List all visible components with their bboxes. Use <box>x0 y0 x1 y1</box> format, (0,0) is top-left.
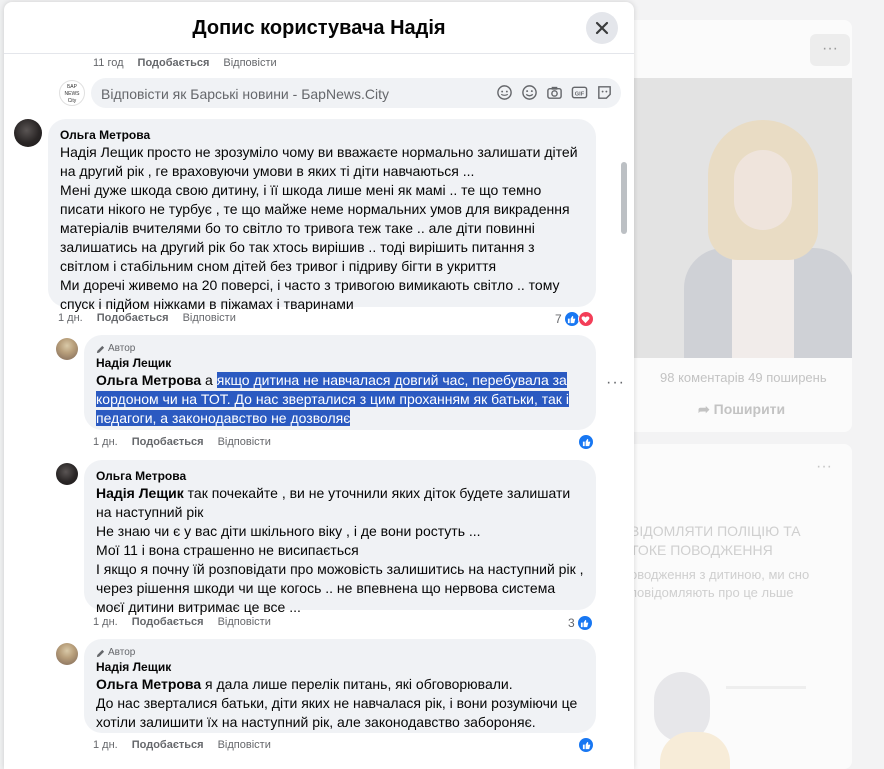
post-stats: 98 коментарів 49 поширень <box>660 370 827 385</box>
reaction-count: 7 <box>555 312 562 326</box>
share-label: Поширити <box>713 401 786 417</box>
comment-bubble: Ольга Метрова Надія Лещик просто не зроз… <box>48 119 596 312</box>
reaction-summary[interactable]: 3 <box>568 615 593 631</box>
comment-time: 1 дн. <box>93 436 118 448</box>
comment-bubble: Автор Надія Лещик Ольга Метрова а якщо д… <box>84 335 596 430</box>
author-tag: Автор <box>96 343 584 355</box>
post-meta: 11 год Подобається Відповісти <box>93 57 277 69</box>
close-button[interactable] <box>586 12 618 44</box>
comment-time: 1 дн. <box>93 739 118 751</box>
avatar[interactable] <box>56 463 78 485</box>
more-icon[interactable]: ··· <box>606 374 625 392</box>
comment-meta: 1 дн. Подобається Відповісти <box>58 312 236 324</box>
more-icon[interactable]: ··· <box>810 34 850 66</box>
more-icon[interactable]: ··· <box>816 458 832 476</box>
reply-link[interactable]: Відповісти <box>218 739 271 751</box>
reaction-summary[interactable] <box>578 434 594 450</box>
like-link[interactable]: Подобається <box>132 436 204 448</box>
comment-meta: 1 дн. Подобається Відповісти <box>93 739 271 751</box>
like-link[interactable]: Подобається <box>132 739 204 751</box>
comment-time: 1 дн. <box>58 312 83 324</box>
mention[interactable]: Ольга Метрова <box>96 372 201 388</box>
reaction-summary[interactable] <box>578 737 594 753</box>
avatar[interactable] <box>56 643 78 665</box>
comment-time: 1 дн. <box>93 616 118 628</box>
comment-meta: 1 дн. Подобається Відповісти <box>93 436 271 448</box>
like-icon <box>578 434 594 450</box>
comment-text: Ольга Метрова а якщо дитина не навчалася… <box>96 372 569 426</box>
comment-text: Надія Лещик так почекайте , ви не уточни… <box>96 485 584 615</box>
pencil-icon <box>96 345 105 353</box>
modal-title: Допис користувача Надія <box>192 17 446 39</box>
reply-link[interactable]: Відповісти <box>218 436 271 448</box>
reply-link[interactable]: Відповісти <box>183 312 236 324</box>
avatar-sticker-icon[interactable] <box>496 84 513 101</box>
like-link[interactable]: Подобається <box>138 57 210 69</box>
comment-author[interactable]: Надія Лещик <box>96 355 584 371</box>
comment-text: Ольга Метрова я дала лише перелік питань… <box>96 676 578 730</box>
mention[interactable]: Ольга Метрова <box>96 676 201 692</box>
reply-placeholder: Відповісти як Барські новини - БарNews.C… <box>101 86 389 102</box>
post-modal: Допис користувача Надія 11 год Подобаєть… <box>4 2 634 769</box>
modal-header: Допис користувача Надія <box>4 2 634 54</box>
comment-bubble: Автор Надія Лещик Ольга Метрова я дала л… <box>84 639 596 733</box>
comment-text: Надія Лещик просто не зрозуміло чому ви … <box>60 144 578 312</box>
page-logo: БАР NEWS City <box>59 80 85 106</box>
author-tag: Автор <box>96 647 584 659</box>
gif-icon[interactable]: GIF <box>571 84 588 101</box>
emoji-icon[interactable] <box>521 84 538 101</box>
svg-text:GIF: GIF <box>575 91 585 97</box>
reaction-summary[interactable]: 7 <box>555 311 594 327</box>
like-link[interactable]: Подобається <box>132 616 204 628</box>
scrollbar[interactable] <box>621 162 627 234</box>
post-photo <box>626 78 852 358</box>
comment-author[interactable]: Ольга Метрова <box>60 127 584 143</box>
love-icon <box>577 311 594 327</box>
camera-icon[interactable] <box>546 84 563 101</box>
like-icon <box>578 737 594 753</box>
comment-bubble: Ольга Метрова Надія Лещик так почекайте … <box>84 460 596 615</box>
comment-author[interactable]: Ольга Метрова <box>96 468 584 484</box>
like-link[interactable]: Подобається <box>97 312 169 324</box>
post-time: 11 год <box>93 57 124 69</box>
comment-meta: 1 дн. Подобається Відповісти <box>93 616 271 628</box>
reply-link[interactable]: Відповісти <box>223 57 276 69</box>
sticker-icon[interactable] <box>596 84 613 101</box>
pencil-icon <box>96 649 105 657</box>
reply-link[interactable]: Відповісти <box>218 616 271 628</box>
reply-input[interactable]: Відповісти як Барські новини - БарNews.C… <box>91 78 621 108</box>
like-icon <box>576 615 593 631</box>
comment-author[interactable]: Надія Лещик <box>96 659 584 675</box>
illustration <box>646 652 826 769</box>
reaction-count: 3 <box>568 616 575 630</box>
avatar[interactable] <box>14 119 42 147</box>
avatar[interactable] <box>56 338 78 360</box>
close-icon <box>595 21 609 35</box>
mention[interactable]: Надія Лещик <box>96 485 184 501</box>
background-card-text: оводження з дитиною, ми сно повідомляють… <box>630 567 810 600</box>
reply-composer: БАР NEWS City Відповісти як Барські нови… <box>59 78 621 110</box>
share-icon: ➦ <box>698 401 714 417</box>
reply-icons: GIF <box>496 84 613 101</box>
background-card-heading: ВІДОМЛЯТИ ПОЛІЦІЮ ТА ТОКЕ ПОВОДЖЕННЯ <box>630 523 801 558</box>
share-button[interactable]: ➦ Поширити <box>698 401 785 418</box>
